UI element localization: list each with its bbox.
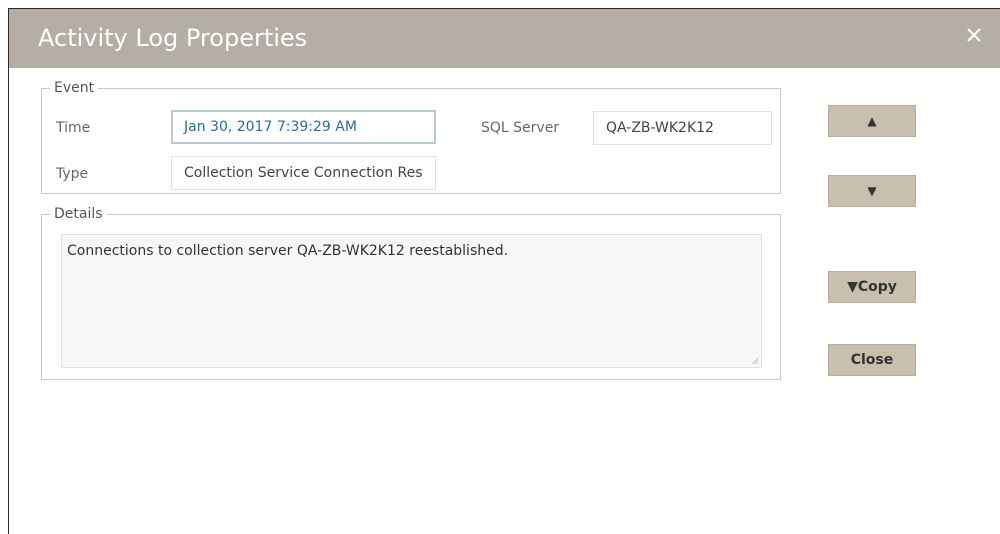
previous-button[interactable]: ▲ bbox=[828, 105, 916, 137]
details-legend: Details bbox=[54, 206, 103, 222]
close-icon[interactable] bbox=[962, 23, 986, 47]
time-label: Time bbox=[56, 120, 91, 136]
event-legend: Event bbox=[54, 80, 95, 96]
next-button[interactable]: ▼ bbox=[828, 175, 916, 207]
time-field[interactable]: Jan 30, 2017 7:39:29 AM bbox=[171, 110, 436, 144]
resize-grip-icon[interactable] bbox=[751, 357, 758, 364]
close-button[interactable]: Close bbox=[828, 344, 916, 376]
copy-button[interactable]: ▼Copy bbox=[828, 271, 916, 303]
arrow-down-icon: ▼ bbox=[867, 184, 877, 198]
sql-server-label: SQL Server bbox=[481, 120, 560, 136]
arrow-up-icon: ▲ bbox=[867, 114, 877, 128]
details-text: Connections to collection server QA-ZB-W… bbox=[67, 243, 509, 259]
dialog-title: Activity Log Properties bbox=[38, 24, 308, 52]
type-label: Type bbox=[56, 166, 89, 182]
details-textarea[interactable]: Connections to collection server QA-ZB-W… bbox=[61, 234, 762, 368]
dialog-titlebar: Activity Log Properties bbox=[9, 9, 1000, 68]
type-field[interactable]: Collection Service Connection Res bbox=[171, 156, 436, 190]
sql-server-field[interactable]: QA-ZB-WK2K12 bbox=[593, 111, 772, 145]
